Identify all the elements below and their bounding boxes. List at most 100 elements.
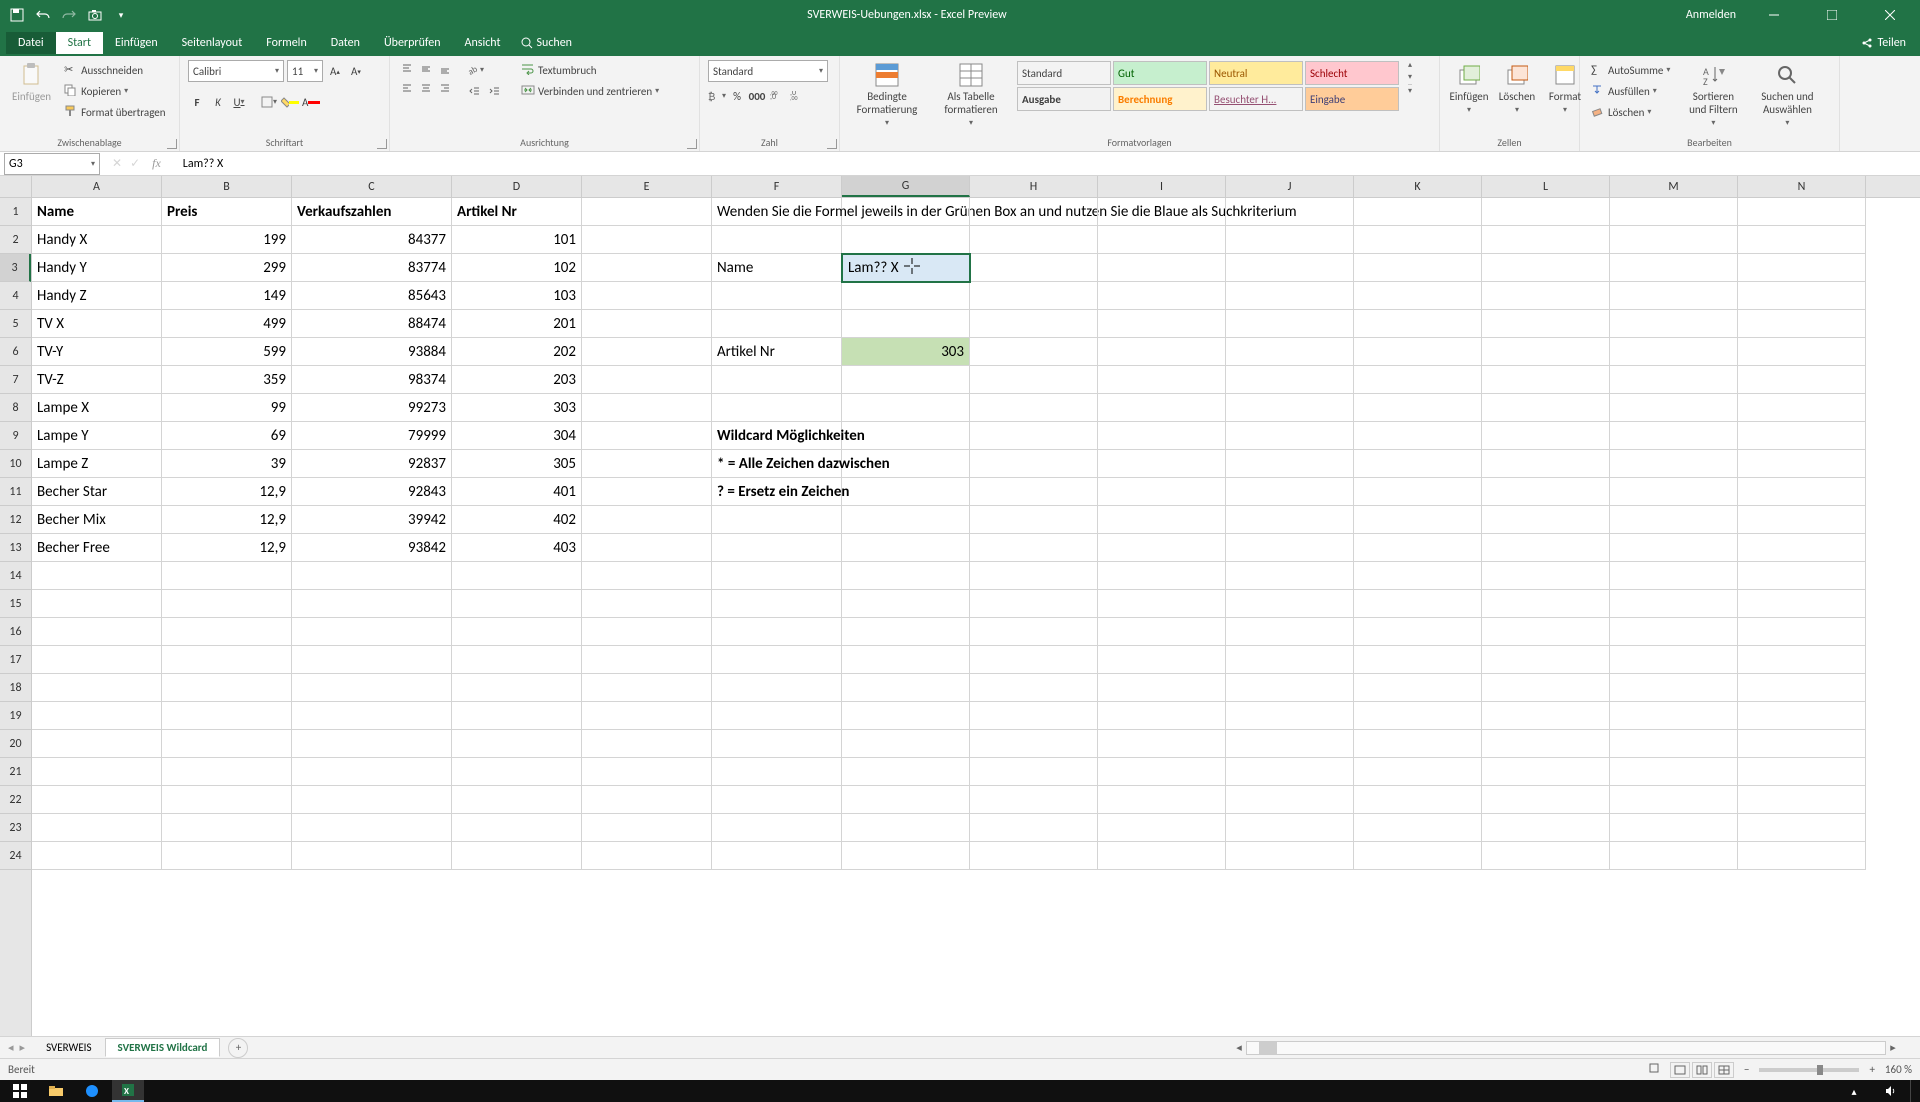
cell-M8[interactable] bbox=[1610, 394, 1738, 422]
cell-A21[interactable] bbox=[32, 758, 162, 786]
file-explorer-taskbtn[interactable] bbox=[40, 1080, 72, 1102]
cell-N10[interactable] bbox=[1738, 450, 1866, 478]
cell-F6[interactable]: Artikel Nr bbox=[712, 338, 842, 366]
cell-D16[interactable] bbox=[452, 618, 582, 646]
row-headers[interactable]: 123456789101112131415161718192021222324 bbox=[0, 198, 32, 1036]
column-header-G[interactable]: G bbox=[842, 176, 970, 197]
cell-D23[interactable] bbox=[452, 814, 582, 842]
cell-F2[interactable] bbox=[712, 226, 842, 254]
cell-D12[interactable]: 402 bbox=[452, 506, 582, 534]
column-header-H[interactable]: H bbox=[970, 176, 1098, 197]
cell-G4[interactable] bbox=[842, 282, 970, 310]
cell-M13[interactable] bbox=[1610, 534, 1738, 562]
cell-L11[interactable] bbox=[1482, 478, 1610, 506]
merge-center-button[interactable]: Verbinden und zentrieren▾ bbox=[518, 81, 662, 101]
sort-filter-button[interactable]: AZSortieren und Filtern▾ bbox=[1679, 60, 1747, 130]
style-berechnung[interactable]: Berechnung bbox=[1113, 87, 1207, 111]
cell-E19[interactable] bbox=[582, 702, 712, 730]
cell-E7[interactable] bbox=[582, 366, 712, 394]
column-header-E[interactable]: E bbox=[582, 176, 712, 197]
cell-A16[interactable] bbox=[32, 618, 162, 646]
sheet-tab-sverweis[interactable]: SVERWEIS bbox=[33, 1038, 104, 1057]
style-eingabe[interactable]: Eingabe bbox=[1305, 87, 1399, 111]
increase-font-button[interactable]: A▴ bbox=[326, 61, 344, 81]
cell-M24[interactable] bbox=[1610, 842, 1738, 870]
cell-B4[interactable]: 149 bbox=[162, 282, 292, 310]
cell-J14[interactable] bbox=[1226, 562, 1354, 590]
style-besucht[interactable]: Besuchter H... bbox=[1209, 87, 1303, 111]
cell-N12[interactable] bbox=[1738, 506, 1866, 534]
cell-I11[interactable] bbox=[1098, 478, 1226, 506]
cell-D4[interactable]: 103 bbox=[452, 282, 582, 310]
cell-G16[interactable] bbox=[842, 618, 970, 646]
cell-F5[interactable] bbox=[712, 310, 842, 338]
cell-I12[interactable] bbox=[1098, 506, 1226, 534]
cell-I22[interactable] bbox=[1098, 786, 1226, 814]
cell-H23[interactable] bbox=[970, 814, 1098, 842]
cell-J9[interactable] bbox=[1226, 422, 1354, 450]
cell-grid[interactable]: NamePreisVerkaufszahlenArtikel NrWenden … bbox=[32, 198, 1920, 1036]
cell-A17[interactable] bbox=[32, 646, 162, 674]
cell-E15[interactable] bbox=[582, 590, 712, 618]
qat-more-icon[interactable]: ▾ bbox=[114, 8, 128, 22]
cell-D22[interactable] bbox=[452, 786, 582, 814]
cell-F16[interactable] bbox=[712, 618, 842, 646]
cell-E10[interactable] bbox=[582, 450, 712, 478]
cut-button[interactable]: ✂Ausschneiden bbox=[61, 60, 168, 80]
cell-I17[interactable] bbox=[1098, 646, 1226, 674]
cell-A10[interactable]: Lampe Z bbox=[32, 450, 162, 478]
cell-N2[interactable] bbox=[1738, 226, 1866, 254]
cell-I18[interactable] bbox=[1098, 674, 1226, 702]
cell-K1[interactable] bbox=[1354, 198, 1482, 226]
cell-G14[interactable] bbox=[842, 562, 970, 590]
cell-M2[interactable] bbox=[1610, 226, 1738, 254]
name-box[interactable]: G3▾ bbox=[4, 153, 100, 175]
cell-A11[interactable]: Becher Star bbox=[32, 478, 162, 506]
cell-C3[interactable]: 83774 bbox=[292, 254, 452, 282]
cell-D3[interactable]: 102 bbox=[452, 254, 582, 282]
cell-H19[interactable] bbox=[970, 702, 1098, 730]
row-header-10[interactable]: 10 bbox=[0, 450, 31, 478]
cell-N14[interactable] bbox=[1738, 562, 1866, 590]
column-header-L[interactable]: L bbox=[1482, 176, 1610, 197]
cell-E3[interactable] bbox=[582, 254, 712, 282]
cell-N13[interactable] bbox=[1738, 534, 1866, 562]
cell-K14[interactable] bbox=[1354, 562, 1482, 590]
row-header-13[interactable]: 13 bbox=[0, 534, 31, 562]
cell-L1[interactable] bbox=[1482, 198, 1610, 226]
cell-G19[interactable] bbox=[842, 702, 970, 730]
cell-J5[interactable] bbox=[1226, 310, 1354, 338]
cell-C16[interactable] bbox=[292, 618, 452, 646]
cell-M9[interactable] bbox=[1610, 422, 1738, 450]
cell-G20[interactable] bbox=[842, 730, 970, 758]
cell-N23[interactable] bbox=[1738, 814, 1866, 842]
cell-D20[interactable] bbox=[452, 730, 582, 758]
cell-K18[interactable] bbox=[1354, 674, 1482, 702]
cell-F3[interactable]: Name bbox=[712, 254, 842, 282]
cell-F19[interactable] bbox=[712, 702, 842, 730]
cell-G2[interactable] bbox=[842, 226, 970, 254]
cell-J22[interactable] bbox=[1226, 786, 1354, 814]
row-header-7[interactable]: 7 bbox=[0, 366, 31, 394]
cell-B14[interactable] bbox=[162, 562, 292, 590]
row-header-21[interactable]: 21 bbox=[0, 758, 31, 786]
cell-F20[interactable] bbox=[712, 730, 842, 758]
fx-button[interactable]: fx bbox=[148, 156, 165, 171]
cell-I15[interactable] bbox=[1098, 590, 1226, 618]
cell-C6[interactable]: 93884 bbox=[292, 338, 452, 366]
cell-L21[interactable] bbox=[1482, 758, 1610, 786]
show-desktop-button[interactable] bbox=[1910, 1080, 1916, 1102]
cell-M6[interactable] bbox=[1610, 338, 1738, 366]
cell-N11[interactable] bbox=[1738, 478, 1866, 506]
cell-A5[interactable]: TV X bbox=[32, 310, 162, 338]
cell-A22[interactable] bbox=[32, 786, 162, 814]
cell-C18[interactable] bbox=[292, 674, 452, 702]
cell-J16[interactable] bbox=[1226, 618, 1354, 646]
tab-start[interactable]: Start bbox=[56, 32, 103, 54]
cell-M7[interactable] bbox=[1610, 366, 1738, 394]
cell-J17[interactable] bbox=[1226, 646, 1354, 674]
cell-G11[interactable] bbox=[842, 478, 970, 506]
cell-G7[interactable] bbox=[842, 366, 970, 394]
cell-L6[interactable] bbox=[1482, 338, 1610, 366]
cell-M17[interactable] bbox=[1610, 646, 1738, 674]
